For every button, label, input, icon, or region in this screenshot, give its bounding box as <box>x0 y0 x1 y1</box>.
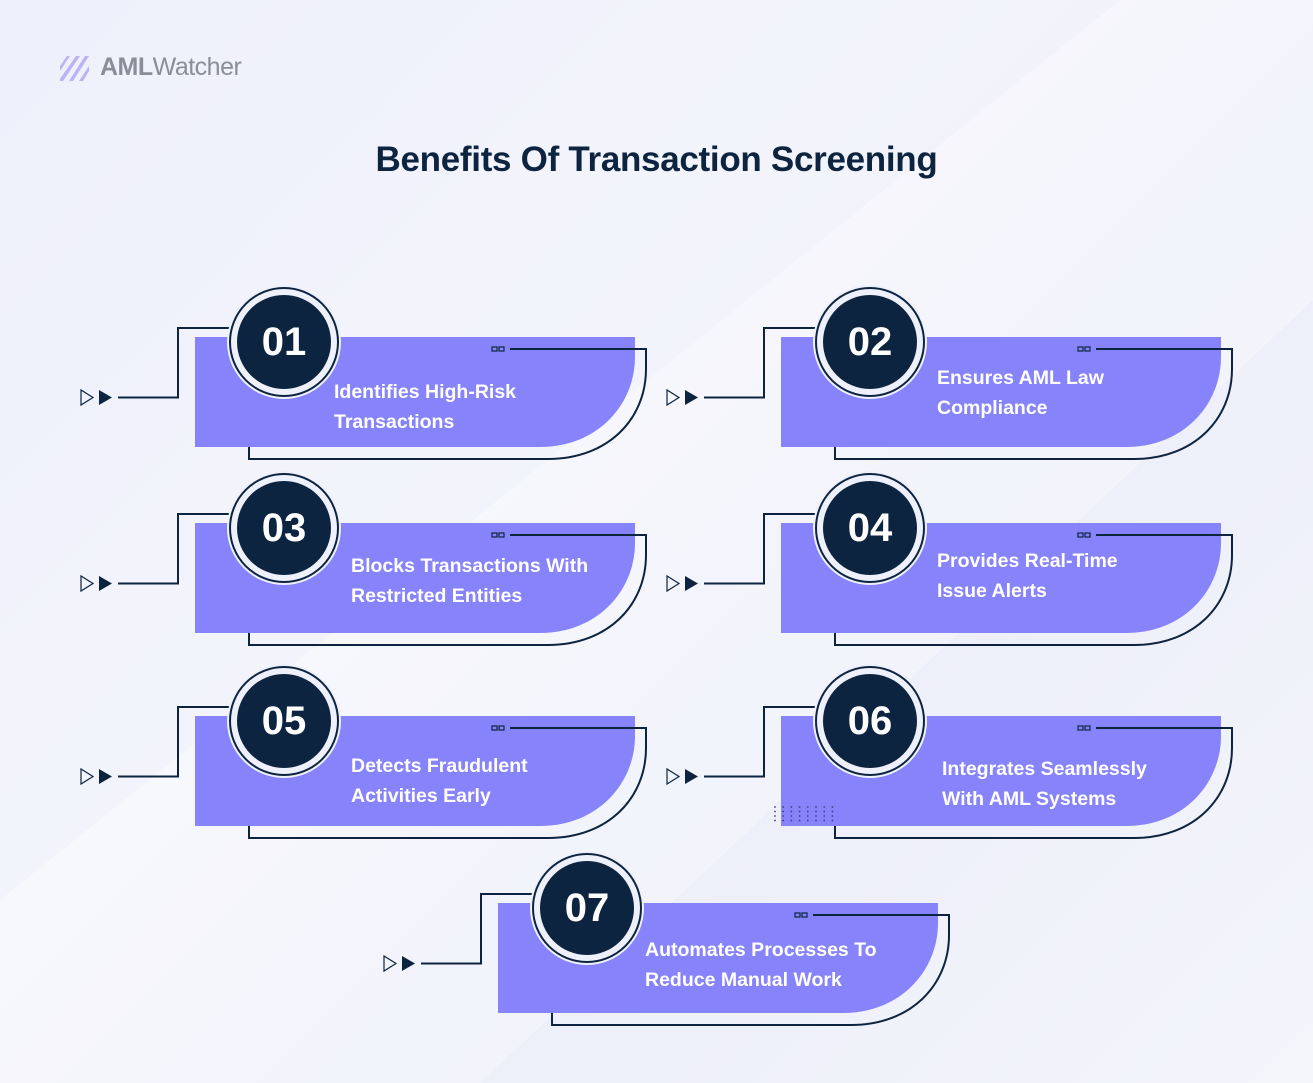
dot <box>774 815 776 817</box>
brand-name: AMLWatcher <box>100 52 242 81</box>
dot <box>774 819 776 822</box>
benefit-label-line2: Restricted Entities <box>351 585 523 607</box>
filled-arrow-icon <box>402 956 415 971</box>
benefit-number: 06 <box>847 699 893 743</box>
outline-arrow-icon <box>666 767 681 786</box>
filled-arrow-icon <box>99 390 112 405</box>
filled-arrow-icon <box>685 390 698 405</box>
dot <box>806 806 809 808</box>
dot <box>790 819 793 822</box>
dot <box>790 810 793 813</box>
benefit-label-line1: Provides Real-Time <box>937 550 1118 572</box>
dot <box>782 806 785 808</box>
dot <box>831 806 834 808</box>
dot <box>806 815 809 817</box>
benefit-number: 07 <box>564 886 610 930</box>
dot <box>815 810 817 813</box>
brand-logo: AMLWatcher <box>58 50 242 84</box>
filled-arrow-icon <box>685 576 698 591</box>
dot <box>823 810 826 813</box>
outline-arrow-icon <box>80 574 95 593</box>
dot <box>815 819 817 822</box>
benefit-number: 02 <box>847 320 893 364</box>
benefit-label: Provides Real-Time Issue Alerts <box>937 546 1237 606</box>
benefit-number: 03 <box>261 506 307 550</box>
benefit-label-line2: Transactions <box>334 411 455 433</box>
benefit-number: 01 <box>261 320 307 364</box>
benefit-label: Blocks Transactions With Restricted Enti… <box>351 551 651 611</box>
benefit-number: 05 <box>261 699 307 743</box>
benefit-label-line2: Activities Early <box>351 785 491 807</box>
outline-arrow-icon <box>383 954 398 973</box>
filled-arrow-icon <box>685 769 698 784</box>
filled-arrow-icon <box>99 576 112 591</box>
outline-arrow-icon <box>80 388 95 407</box>
dot <box>831 810 834 813</box>
filled-arrow-icon <box>99 769 112 784</box>
dot <box>798 815 801 817</box>
page-title: Benefits Of Transaction Screening <box>375 140 938 179</box>
dot <box>774 810 776 813</box>
benefit-label-line1: Identifies High-Risk <box>334 381 517 403</box>
benefit-label-line1: Blocks Transactions With <box>351 555 589 577</box>
outline-arrow-icon <box>666 574 681 593</box>
benefit-card-02: 02 Ensures AML Law Compliance <box>664 285 1264 494</box>
benefit-card-03: 03 Blocks Transactions With Restricted E… <box>78 471 678 680</box>
benefit-card-01: 01 Identifies High-Risk Transactions <box>78 285 678 494</box>
benefit-label-line1: Ensures AML Law <box>937 367 1104 389</box>
benefit-label-line2: With AML Systems <box>942 788 1117 810</box>
benefit-card-04: 04 Provides Real-Time Issue Alerts <box>664 471 1264 680</box>
benefit-number: 04 <box>847 506 893 550</box>
dot <box>790 815 793 817</box>
benefit-label-line2: Reduce Manual Work <box>645 969 842 991</box>
dot <box>798 819 801 822</box>
benefit-label-line2: Issue Alerts <box>937 580 1047 602</box>
dot <box>823 815 826 817</box>
dot <box>831 819 834 822</box>
benefit-label: Integrates Seamlessly With AML Systems <box>942 754 1242 814</box>
dot <box>831 815 834 817</box>
dot <box>798 806 801 808</box>
dot <box>782 810 785 813</box>
benefit-label-line2: Compliance <box>937 397 1048 419</box>
benefit-label: Identifies High-Risk Transactions <box>334 377 634 437</box>
benefit-label-line1: Detects Fraudulent <box>351 755 528 777</box>
benefit-card-07: 07 Automates Processes To Reduce Manual … <box>381 851 981 1060</box>
benefit-label: Ensures AML Law Compliance <box>937 363 1237 423</box>
dot <box>815 815 817 817</box>
benefit-label: Automates Processes To Reduce Manual Wor… <box>645 935 945 995</box>
dot <box>790 806 793 808</box>
dot <box>806 810 809 813</box>
dot <box>823 819 826 822</box>
benefit-label: Detects Fraudulent Activities Early <box>351 751 651 811</box>
benefit-label-line1: Integrates Seamlessly <box>942 758 1147 780</box>
dot <box>798 810 801 813</box>
dot <box>774 806 776 808</box>
benefit-card-05: 05 Detects Fraudulent Activities Early <box>78 664 678 873</box>
dot <box>782 815 785 817</box>
stripes-logo-icon <box>60 56 89 81</box>
benefit-card-06: 06 Integrates Seamlessly With AML System… <box>664 664 1264 873</box>
benefit-label-line1: Automates Processes To <box>645 939 877 961</box>
dot <box>823 806 826 808</box>
dot <box>782 819 785 822</box>
dot <box>815 806 817 808</box>
outline-arrow-icon <box>80 767 95 786</box>
dot <box>806 819 809 822</box>
outline-arrow-icon <box>666 388 681 407</box>
